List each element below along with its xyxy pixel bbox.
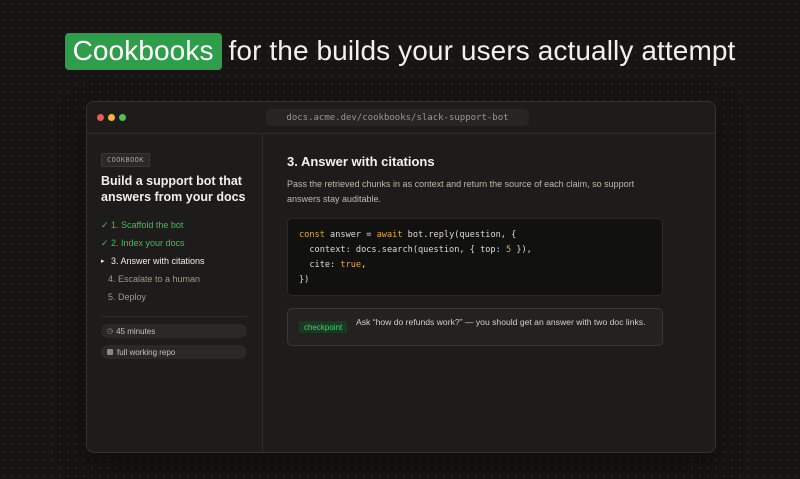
headline: Cookbooks for the builds your users actu…: [0, 30, 800, 72]
code-text: bot.reply(question, {: [402, 230, 517, 240]
section-title: 3. Answer with citations: [287, 154, 435, 169]
close-window-icon[interactable]: [97, 114, 104, 121]
step-item-index[interactable]: ✓ 2. Index your docs: [101, 234, 205, 252]
sidebar-divider: [101, 316, 247, 317]
code-text: ,: [361, 260, 367, 270]
cookbook-sidebar: COOKBOOK Build a support bot that answer…: [87, 134, 263, 452]
code-text: cite:: [299, 260, 341, 270]
triangle-right-icon: ▸: [101, 258, 105, 265]
clock-icon: ◷: [107, 328, 114, 335]
repo-label: full working repo: [117, 347, 176, 357]
step-label: 3. Answer with citations: [111, 256, 205, 266]
maximize-window-icon[interactable]: [119, 114, 126, 121]
checkmark-icon: ✓: [101, 237, 109, 248]
code-line: }): [299, 273, 651, 288]
step-list: ✓ 1. Scaffold the bot ✓ 2. Index your do…: [101, 216, 205, 306]
duration-chip: ◷ 45 minutes: [101, 324, 247, 338]
minimize-window-icon[interactable]: [108, 114, 115, 121]
code-line: const answer = await bot.reply(question,…: [299, 228, 651, 243]
step-label: 4. Escalate to a human: [108, 274, 201, 284]
checkmark-icon: ✓: [101, 219, 109, 230]
cookbook-tag: COOKBOOK: [101, 153, 150, 167]
code-line: cite: true,: [299, 258, 651, 273]
code-boolean: true: [340, 260, 362, 270]
checkpoint-text: Ask “how do refunds work?” — you should …: [356, 317, 646, 327]
section-description: Pass the retrieved chunks in as context …: [287, 179, 635, 204]
code-line: context: docs.search(question, { top: 5 …: [299, 243, 651, 258]
step-label: 2. Index your docs: [111, 238, 185, 248]
code-text: }),: [511, 245, 532, 255]
headline-highlight: Cookbooks: [64, 32, 222, 70]
code-keyword: await: [376, 230, 403, 240]
step-item-scaffold[interactable]: ✓ 1. Scaffold the bot: [101, 216, 205, 234]
code-text: answer =: [324, 230, 377, 240]
code-text: context: docs.search(question, { top:: [299, 245, 506, 255]
step-label: 5. Deploy: [108, 292, 147, 302]
browser-window: docs.acme.dev/cookbooks/slack-support-bo…: [86, 101, 716, 453]
checkpoint-badge: checkpoint: [299, 321, 348, 333]
step-item-deploy[interactable]: 5. Deploy: [101, 288, 205, 306]
step-label: 1. Scaffold the bot: [111, 220, 184, 230]
code-keyword: const: [299, 230, 325, 240]
headline-text: for the builds your users actually attem…: [228, 35, 736, 66]
square-icon: [107, 349, 113, 355]
window-titlebar: docs.acme.dev/cookbooks/slack-support-bo…: [87, 102, 715, 134]
repo-chip: full working repo: [101, 345, 247, 359]
address-bar[interactable]: docs.acme.dev/cookbooks/slack-support-bo…: [266, 109, 529, 126]
code-text: }): [299, 275, 310, 285]
code-block: const answer = await bot.reply(question,…: [287, 218, 663, 296]
step-item-answer[interactable]: ▸ 3. Answer with citations: [101, 252, 205, 270]
step-item-escalate[interactable]: 4. Escalate to a human: [101, 270, 205, 288]
duration-label: 45 minutes: [116, 326, 156, 336]
checkpoint-callout: checkpoint Ask “how do refunds work?” — …: [287, 308, 663, 346]
cookbook-title: Build a support bot that answers from yo…: [101, 174, 246, 204]
